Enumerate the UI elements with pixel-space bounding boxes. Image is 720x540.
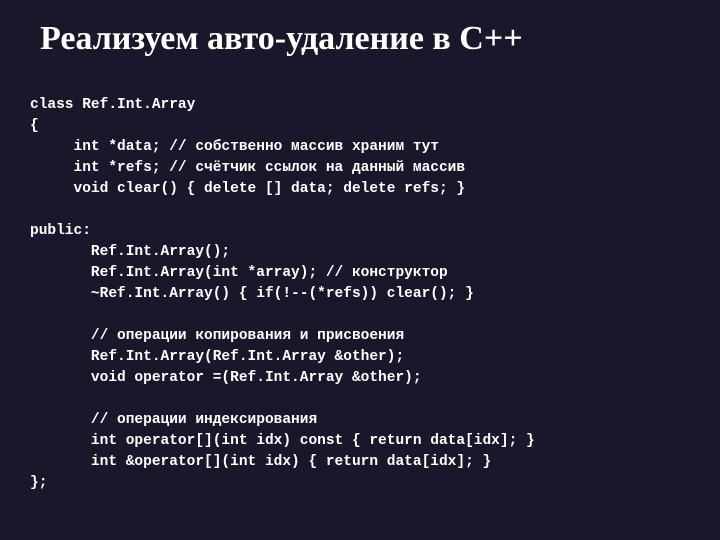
code-line: { (30, 118, 39, 134)
code-line: // операции копирования и присвоения (30, 328, 404, 344)
code-line: public: (30, 223, 91, 239)
code-line: void operator =(Ref.Int.Array &other); (30, 370, 422, 386)
code-line: int operator[](int idx) const { return d… (30, 433, 535, 449)
code-line: class Ref.Int.Array (30, 97, 195, 113)
code-line: ~Ref.Int.Array() { if(!--(*refs)) clear(… (30, 286, 474, 302)
code-line: void clear() { delete [] data; delete re… (30, 181, 465, 197)
slide-title: Реализуем авто-удаление в C++ (40, 20, 690, 58)
code-line: // операции индексирования (30, 412, 317, 428)
code-line: }; (30, 475, 47, 491)
code-block: class Ref.Int.Array { int *data; // собс… (30, 74, 690, 494)
code-line: Ref.Int.Array(); (30, 244, 230, 260)
code-line: Ref.Int.Array(int *array); // конструкто… (30, 265, 448, 281)
code-line: int &operator[](int idx) { return data[i… (30, 454, 491, 470)
code-line: int *refs; // счётчик ссылок на данный м… (30, 160, 465, 176)
code-line: Ref.Int.Array(Ref.Int.Array &other); (30, 349, 404, 365)
code-line: int *data; // собственно массив храним т… (30, 139, 439, 155)
